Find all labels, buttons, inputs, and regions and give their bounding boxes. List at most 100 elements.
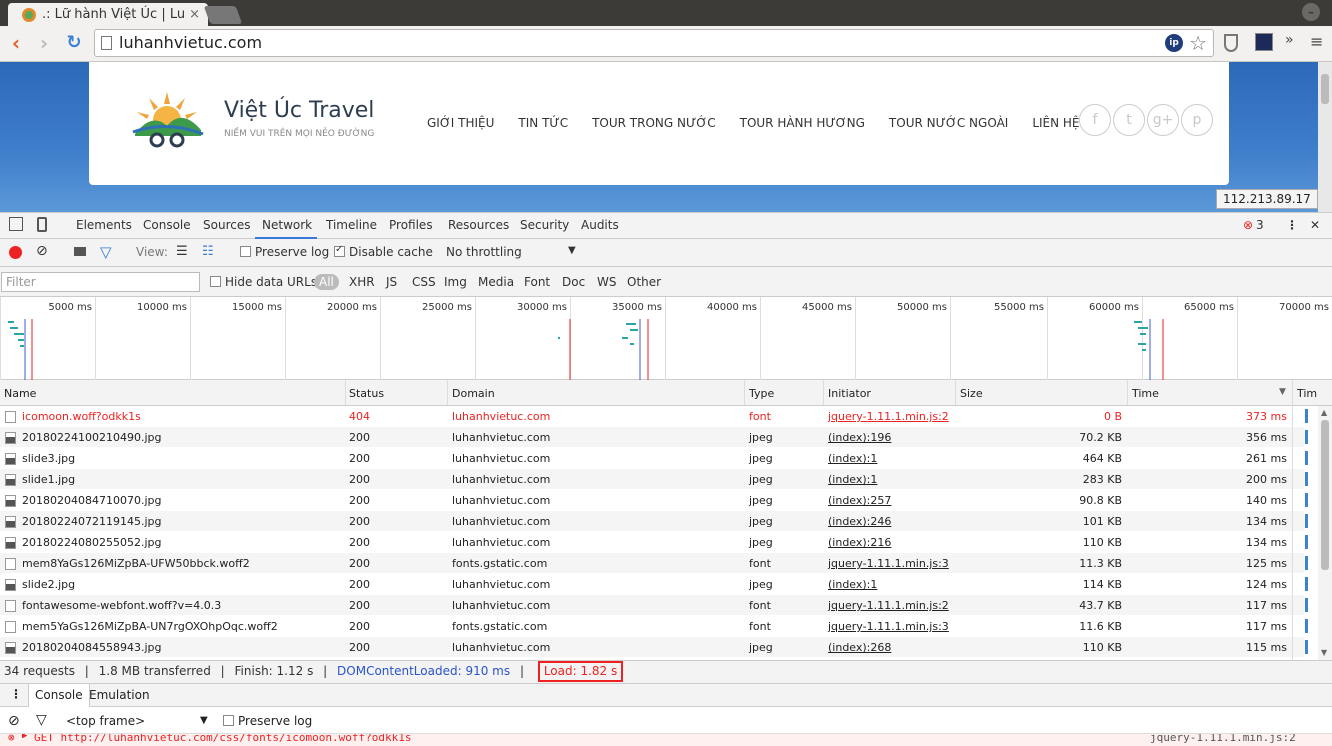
chevron-down-icon[interactable]: ▼ xyxy=(568,245,576,256)
tab-close-icon[interactable]: × xyxy=(189,7,200,22)
capture-screenshots-icon[interactable] xyxy=(74,247,86,256)
menu-item-tour-trong-nuoc[interactable]: TOUR TRONG NƯỚC xyxy=(592,116,716,130)
clear-icon[interactable]: ⊘ xyxy=(36,243,48,259)
error-count[interactable]: 3 xyxy=(1256,218,1264,232)
table-row[interactable]: 20180224100210490.jpg 200 luhanhvietuc.com… xyxy=(0,427,1304,448)
table-row[interactable]: slide1.jpg 200 luhanhvietuc.com jpeg (index)… xyxy=(0,469,1304,490)
request-initiator[interactable]: (index):257 xyxy=(828,490,891,511)
request-initiator[interactable]: jquery-1.11.1.min.js:2 xyxy=(828,406,949,427)
col-size[interactable]: Size xyxy=(960,387,983,400)
table-row[interactable]: mem5YaGs126MiZpBA-UN7rgOXOhpOqc.woff2 200… xyxy=(0,616,1304,637)
tab-resources[interactable]: Resources xyxy=(448,218,509,232)
table-row[interactable]: 20180224080255052.jpg 200 luhanhvietuc.com… xyxy=(0,532,1304,553)
console-error-source[interactable]: jquery-1.11.1.min.js:2 xyxy=(1150,734,1296,744)
extension-icon[interactable] xyxy=(1255,33,1273,51)
new-tab-button[interactable] xyxy=(203,6,243,24)
filter-icon[interactable]: ▽ xyxy=(100,243,112,261)
devtools-menu-icon[interactable]: ⋮ xyxy=(1286,218,1298,232)
site-name[interactable]: Việt Úc Travel xyxy=(224,98,374,123)
filter-xhr[interactable]: XHR xyxy=(349,275,375,289)
reload-button[interactable]: ↻ xyxy=(62,31,86,55)
drawer-menu-icon[interactable]: ⋮ xyxy=(10,687,22,701)
table-row[interactable]: 20180204084710070.jpg 200 luhanhvietuc.com… xyxy=(0,490,1304,511)
col-time[interactable]: Time xyxy=(1132,387,1159,400)
preserve-log-checkbox[interactable]: Preserve log xyxy=(240,245,329,259)
chevron-down-icon[interactable]: ▼ xyxy=(200,715,208,726)
large-rows-icon[interactable]: ☰ xyxy=(176,244,188,259)
menu-item-tour-hanh-huong[interactable]: TOUR HÀNH HƯƠNG xyxy=(740,116,865,130)
twitter-icon[interactable]: t xyxy=(1113,104,1145,136)
page-scrollbar-thumb[interactable] xyxy=(1321,74,1329,104)
facebook-icon[interactable]: f xyxy=(1079,104,1111,136)
filter-all[interactable]: All xyxy=(314,274,339,290)
pinterest-icon[interactable]: p xyxy=(1181,104,1213,136)
tab-sources[interactable]: Sources xyxy=(203,218,250,232)
back-button[interactable]: ‹ xyxy=(4,31,28,55)
inspect-element-icon[interactable] xyxy=(9,217,23,231)
overview-icon[interactable]: ☷ xyxy=(202,244,214,259)
filter-input[interactable]: Filter xyxy=(1,272,200,292)
col-type[interactable]: Type xyxy=(749,387,774,400)
filter-doc[interactable]: Doc xyxy=(562,275,585,289)
forward-button[interactable]: › xyxy=(32,31,56,55)
filter-font[interactable]: Font xyxy=(524,275,550,289)
throttling-select[interactable]: No throttling xyxy=(446,245,522,259)
request-initiator[interactable]: jquery-1.11.1.min.js:2 xyxy=(828,595,949,616)
expand-arrow-icon[interactable]: ▶ xyxy=(22,734,27,741)
tab-console[interactable]: Console xyxy=(143,218,191,232)
filter-ws[interactable]: WS xyxy=(597,275,616,289)
filter-css[interactable]: CSS xyxy=(412,275,436,289)
browser-menu-icon[interactable]: ≡ xyxy=(1310,32,1323,51)
col-domain[interactable]: Domain xyxy=(452,387,495,400)
tab-elements[interactable]: Elements xyxy=(76,218,132,232)
menu-item-tin-tuc[interactable]: TIN TỨC xyxy=(518,116,568,130)
shield-extension-icon[interactable] xyxy=(1224,34,1238,52)
context-select[interactable]: <top frame> xyxy=(66,714,145,728)
console-filter-icon[interactable]: ▽ xyxy=(36,712,47,728)
page-scrollbar[interactable] xyxy=(1318,62,1332,212)
scroll-down-icon[interactable]: ▼ xyxy=(1321,648,1327,657)
console-preserve-log-checkbox[interactable]: Preserve log xyxy=(223,714,312,728)
google-plus-icon[interactable]: g+ xyxy=(1147,104,1179,136)
clear-console-icon[interactable]: ⊘ xyxy=(8,713,20,729)
table-row[interactable]: slide2.jpg 200 luhanhvietuc.com jpeg (index)… xyxy=(0,574,1304,595)
request-initiator[interactable]: (index):246 xyxy=(828,511,891,532)
disable-cache-checkbox[interactable]: Disable cache xyxy=(334,244,433,259)
col-timeline[interactable]: Tim xyxy=(1297,387,1317,400)
more-extensions-icon[interactable]: » xyxy=(1285,32,1294,48)
table-row[interactable]: 20180224072119145.jpg 200 luhanhvietuc.com… xyxy=(0,511,1304,532)
browser-tab[interactable]: .: Lữ hành Việt Úc | Lu × xyxy=(8,3,208,26)
drawer-tab-console[interactable]: Console xyxy=(28,684,90,707)
table-row[interactable]: 20180204084558943.jpg 200 luhanhvietuc.com… xyxy=(0,637,1304,658)
network-overview[interactable]: 5000 ms 10000 ms 15000 ms 20000 ms 25000… xyxy=(0,297,1332,380)
filter-js[interactable]: JS xyxy=(386,275,397,289)
request-initiator[interactable]: (index):1 xyxy=(828,574,877,595)
menu-item-lien-he[interactable]: LIÊN HỆ xyxy=(1032,116,1079,130)
table-scrollbar[interactable]: ▲ ▼ xyxy=(1318,406,1332,660)
sort-descending-icon[interactable]: ▼ xyxy=(1279,387,1286,397)
ip-extension-icon[interactable]: ip xyxy=(1165,34,1183,52)
drawer-tab-emulation[interactable]: Emulation xyxy=(89,688,150,702)
request-initiator[interactable]: (index):196 xyxy=(828,427,891,448)
site-logo-icon[interactable] xyxy=(127,90,207,150)
col-initiator[interactable]: Initiator xyxy=(828,387,871,400)
tab-timeline[interactable]: Timeline xyxy=(326,218,377,232)
tab-profiles[interactable]: Profiles xyxy=(389,218,433,232)
col-status[interactable]: Status xyxy=(349,387,384,400)
menu-item-gioi-thieu[interactable]: GIỚI THIỆU xyxy=(427,116,494,130)
scroll-up-icon[interactable]: ▲ xyxy=(1321,408,1327,417)
error-icon[interactable]: ⊗ xyxy=(1243,218,1253,232)
hide-data-urls-checkbox[interactable]: Hide data URLs xyxy=(210,275,317,289)
bookmark-star-icon[interactable]: ☆ xyxy=(1189,30,1207,56)
request-initiator[interactable]: (index):1 xyxy=(828,469,877,490)
menu-item-tour-nuoc-ngoai[interactable]: TOUR NƯỚC NGOÀI xyxy=(889,116,1008,130)
request-initiator[interactable]: jquery-1.11.1.min.js:3 xyxy=(828,553,949,574)
request-initiator[interactable]: (index):216 xyxy=(828,532,891,553)
request-initiator[interactable]: jquery-1.11.1.min.js:3 xyxy=(828,616,949,637)
filter-media[interactable]: Media xyxy=(478,275,514,289)
table-row[interactable]: icomoon.woff?odkk1s 404 luhanhvietuc.com fo… xyxy=(0,406,1304,427)
request-initiator[interactable]: (index):1 xyxy=(828,448,877,469)
table-scrollbar-thumb[interactable] xyxy=(1321,420,1329,570)
filter-other[interactable]: Other xyxy=(627,275,661,289)
tab-network[interactable]: Network xyxy=(262,218,312,232)
